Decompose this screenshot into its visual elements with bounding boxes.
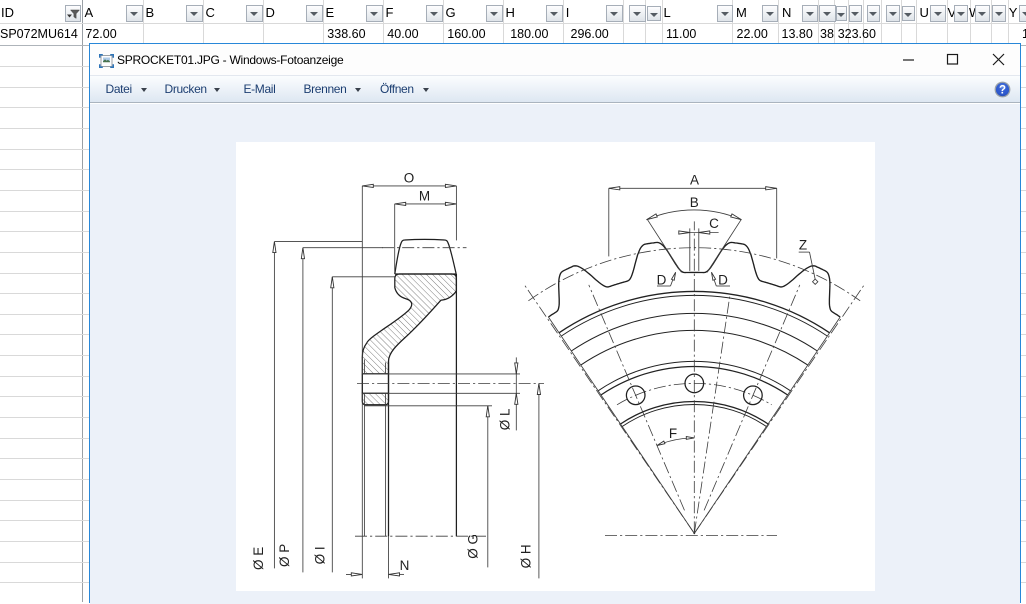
svg-text:Ø L: Ø L: [497, 408, 512, 430]
svg-text:Z: Z: [799, 237, 807, 252]
svg-text:Ø H: Ø H: [518, 544, 533, 568]
svg-text:Ø I: Ø I: [312, 546, 327, 564]
svg-text:O: O: [404, 170, 415, 185]
svg-text:D: D: [657, 272, 667, 287]
svg-text:Ø P: Ø P: [277, 543, 292, 566]
svg-text:N: N: [400, 557, 410, 572]
svg-text:Ø G: Ø G: [465, 534, 480, 559]
svg-text:C: C: [709, 215, 719, 230]
svg-text:?: ?: [998, 84, 1005, 96]
svg-text:B: B: [690, 194, 699, 209]
svg-text:F: F: [669, 425, 677, 440]
svg-text:D: D: [718, 272, 728, 287]
svg-text:Ø E: Ø E: [251, 546, 266, 569]
svg-text:A: A: [690, 172, 699, 187]
svg-text:M: M: [419, 188, 430, 203]
